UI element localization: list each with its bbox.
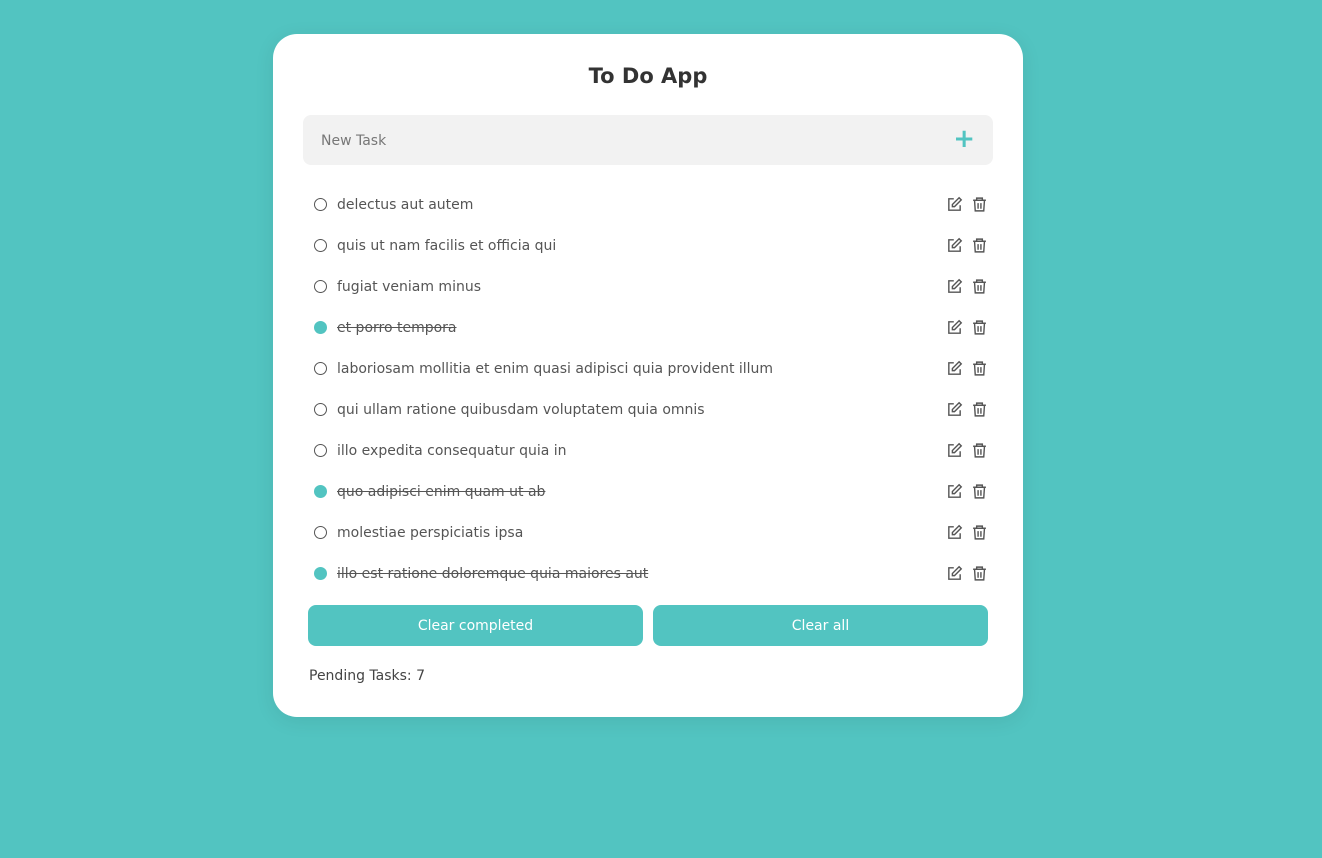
task-item: delectus aut autem xyxy=(308,184,988,225)
task-actions xyxy=(946,360,988,381)
task-checkbox[interactable] xyxy=(314,280,327,293)
task-actions xyxy=(946,278,988,299)
task-text: quo adipisci enim quam ut ab xyxy=(337,483,546,500)
edit-icon[interactable] xyxy=(946,565,963,586)
task-text: laboriosam mollitia et enim quasi adipis… xyxy=(337,360,774,377)
task-actions xyxy=(946,319,988,340)
task-checkbox[interactable] xyxy=(314,567,327,580)
task-text: fugiat veniam minus xyxy=(337,278,481,295)
task-checkbox[interactable] xyxy=(314,526,327,539)
task-checkbox[interactable] xyxy=(314,403,327,416)
task-item: illo est ratione doloremque quia maiores… xyxy=(308,553,988,594)
task-item: molestiae perspiciatis ipsa xyxy=(308,512,988,553)
task-text: illo expedita consequatur quia in xyxy=(337,442,567,459)
task-item: et porro tempora xyxy=(308,307,988,348)
new-task-input[interactable] xyxy=(319,115,923,167)
task-actions xyxy=(946,196,988,217)
task-checkbox[interactable] xyxy=(314,485,327,498)
edit-icon[interactable] xyxy=(946,278,963,299)
trash-icon[interactable] xyxy=(971,237,988,258)
task-text: molestiae perspiciatis ipsa xyxy=(337,524,524,541)
task-checkbox[interactable] xyxy=(314,198,327,211)
trash-icon[interactable] xyxy=(971,278,988,299)
task-item: quo adipisci enim quam ut ab xyxy=(308,471,988,512)
task-text: illo est ratione doloremque quia maiores… xyxy=(337,565,649,582)
task-item: fugiat veniam minus xyxy=(308,266,988,307)
task-text: et porro tempora xyxy=(337,319,457,336)
edit-icon[interactable] xyxy=(946,442,963,463)
edit-icon[interactable] xyxy=(946,524,963,545)
task-actions xyxy=(946,237,988,258)
edit-icon[interactable] xyxy=(946,401,963,422)
trash-icon[interactable] xyxy=(971,319,988,340)
task-actions xyxy=(946,524,988,545)
plus-icon[interactable]: + xyxy=(953,126,975,152)
edit-icon[interactable] xyxy=(946,319,963,340)
clear-all-button[interactable]: Clear all xyxy=(653,605,988,646)
task-item: quis ut nam facilis et officia qui xyxy=(308,225,988,266)
task-actions xyxy=(946,565,988,586)
task-checkbox[interactable] xyxy=(314,321,327,334)
task-actions xyxy=(946,401,988,422)
trash-icon[interactable] xyxy=(971,360,988,381)
task-item: qui ullam ratione quibusdam voluptatem q… xyxy=(308,389,988,430)
task-text: delectus aut autem xyxy=(337,196,474,213)
edit-icon[interactable] xyxy=(946,237,963,258)
trash-icon[interactable] xyxy=(971,565,988,586)
todo-card: To Do App + delectus aut autem quis ut n… xyxy=(273,34,1023,717)
trash-icon[interactable] xyxy=(971,401,988,422)
task-checkbox[interactable] xyxy=(314,444,327,457)
trash-icon[interactable] xyxy=(971,483,988,504)
edit-icon[interactable] xyxy=(946,360,963,381)
task-list: delectus aut autem quis ut nam facilis e… xyxy=(308,184,988,594)
trash-icon[interactable] xyxy=(971,442,988,463)
app-title: To Do App xyxy=(588,64,708,88)
task-text: quis ut nam facilis et officia qui xyxy=(337,237,557,254)
task-checkbox[interactable] xyxy=(314,362,327,375)
clear-completed-button[interactable]: Clear completed xyxy=(308,605,643,646)
trash-icon[interactable] xyxy=(971,524,988,545)
edit-icon[interactable] xyxy=(946,483,963,504)
task-item: laboriosam mollitia et enim quasi adipis… xyxy=(308,348,988,389)
task-text: qui ullam ratione quibusdam voluptatem q… xyxy=(337,401,705,418)
task-actions xyxy=(946,442,988,463)
task-item: illo expedita consequatur quia in xyxy=(308,430,988,471)
task-actions xyxy=(946,483,988,504)
trash-icon[interactable] xyxy=(971,196,988,217)
new-task-bar: + xyxy=(303,115,993,167)
task-checkbox[interactable] xyxy=(314,239,327,252)
edit-icon[interactable] xyxy=(946,196,963,217)
pending-tasks-count: Pending Tasks: 7 xyxy=(309,668,425,684)
